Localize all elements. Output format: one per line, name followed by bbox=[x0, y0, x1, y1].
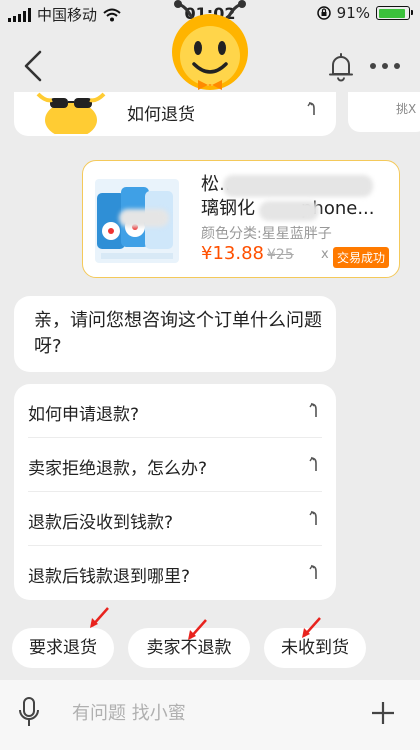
message-input[interactable] bbox=[70, 694, 354, 732]
status-badge: 交易成功 bbox=[332, 247, 389, 268]
faq-question: 退款后没收到钱款? bbox=[28, 513, 174, 533]
faq-question: 卖家拒绝退款，怎么办? bbox=[28, 459, 208, 479]
side-suggestion-card[interactable]: 挑X bbox=[348, 92, 420, 132]
product-price: ¥13.88 bbox=[201, 243, 264, 264]
message-input-bar bbox=[0, 680, 420, 750]
battery-fill bbox=[378, 8, 405, 18]
product-title-line2-start: 璃钢化 bbox=[201, 198, 255, 219]
quick-reply-chip[interactable]: 要求退货 bbox=[12, 628, 114, 668]
annotation-arrow-icon bbox=[188, 619, 207, 640]
jump-arrow-icon bbox=[309, 402, 317, 417]
bell-icon[interactable] bbox=[327, 52, 355, 82]
jump-arrow-icon bbox=[307, 102, 315, 115]
previous-faq-card[interactable]: 如何退货 bbox=[14, 92, 336, 136]
battery-icon bbox=[376, 6, 413, 20]
redacted-blur bbox=[259, 201, 319, 221]
divider bbox=[28, 491, 322, 492]
faq-list: 如何申请退款? 卖家拒绝退款，怎么办? 退款后没收到钱款? 退款后钱款退到哪里? bbox=[14, 384, 336, 600]
bot-message-text: 亲，请问您想咨询这个订单什么问题呀? bbox=[34, 310, 322, 357]
jump-arrow-icon bbox=[309, 510, 317, 525]
battery-group: 91% bbox=[316, 4, 413, 22]
annotation-arrow-icon bbox=[90, 607, 109, 628]
divider bbox=[28, 545, 322, 546]
divider bbox=[28, 437, 322, 438]
chevron-left-icon[interactable] bbox=[18, 48, 48, 84]
rotation-lock-icon bbox=[316, 6, 331, 20]
previous-faq-label: 如何退货 bbox=[127, 105, 195, 125]
duck-sunglasses-image bbox=[36, 92, 106, 134]
jump-arrow-icon bbox=[309, 564, 317, 579]
microphone-icon[interactable] bbox=[18, 696, 40, 728]
side-suggestion-label: 挑X bbox=[396, 102, 417, 116]
order-product-card[interactable]: 松玻 璃钢化phone... 颜色分类:星星蓝胖子 ¥13.88 ¥25 x 交… bbox=[82, 160, 400, 278]
faq-item[interactable]: 退款后钱款退到哪里? bbox=[14, 548, 336, 600]
product-quantity: x bbox=[321, 247, 329, 262]
product-variant: 颜色分类:星星蓝胖子 bbox=[201, 226, 332, 242]
product-original-price: ¥25 bbox=[267, 247, 294, 263]
faq-item[interactable]: 如何申请退款? bbox=[14, 386, 336, 438]
faq-question: 退款后钱款退到哪里? bbox=[28, 567, 191, 587]
bot-message-bubble: 亲，请问您想咨询这个订单什么问题呀? bbox=[14, 296, 336, 372]
redacted-blur bbox=[119, 209, 169, 227]
jump-arrow-icon bbox=[309, 456, 317, 471]
more-dots-icon[interactable] bbox=[368, 58, 402, 74]
annotation-arrow-icon bbox=[302, 617, 321, 638]
faq-item[interactable]: 退款后没收到钱款? bbox=[14, 494, 336, 546]
redacted-blur bbox=[223, 175, 373, 197]
battery-percent: 91% bbox=[336, 4, 370, 22]
bee-mascot-avatar[interactable] bbox=[168, 0, 252, 94]
faq-item[interactable]: 卖家拒绝退款，怎么办? bbox=[14, 440, 336, 492]
faq-question: 如何申请退款? bbox=[28, 405, 140, 425]
plus-icon[interactable] bbox=[370, 700, 396, 726]
